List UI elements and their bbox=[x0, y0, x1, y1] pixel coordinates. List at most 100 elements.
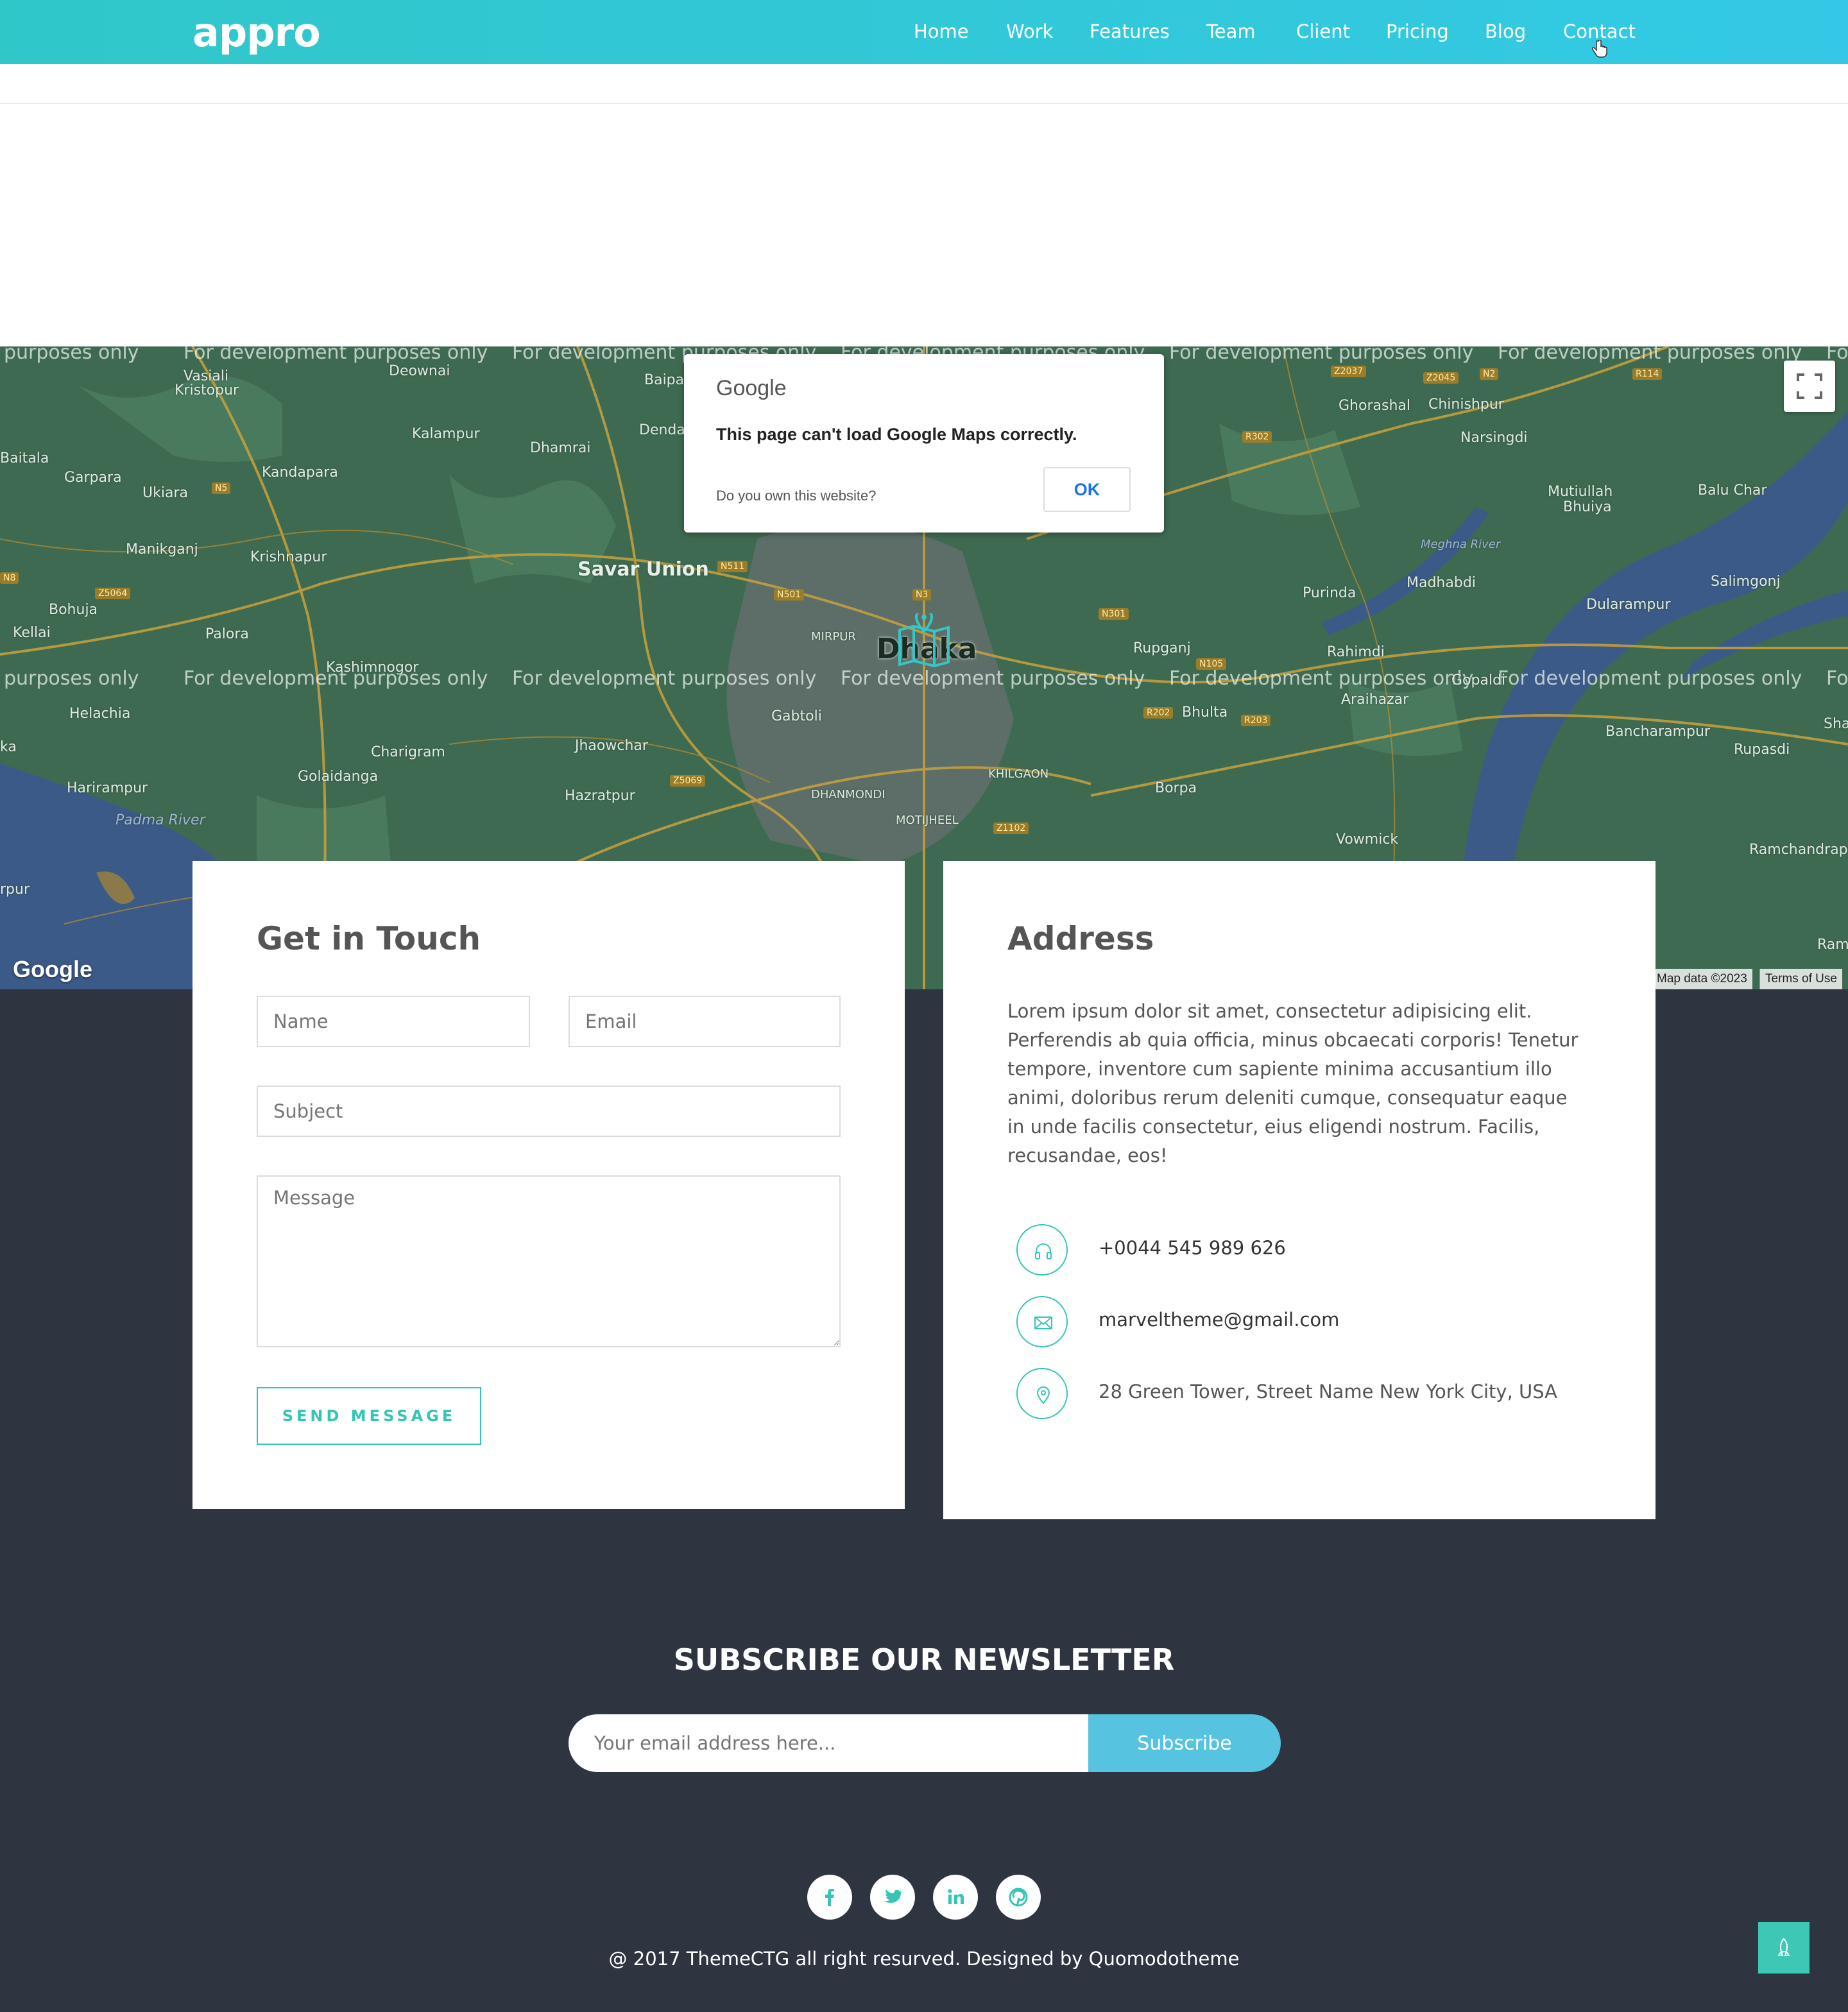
map-place-label: Dhamrai bbox=[530, 440, 591, 456]
address-description: Lorem ipsum dolor sit amet, consectetur … bbox=[1007, 1000, 1579, 1166]
rocket-icon bbox=[1777, 1938, 1790, 1956]
map-place-label: Purinda bbox=[1303, 585, 1356, 601]
back-to-top-button[interactable] bbox=[1758, 1922, 1810, 1974]
linkedin-icon[interactable] bbox=[933, 1875, 978, 1920]
map-attribution: Map data ©2023 bbox=[1652, 969, 1752, 989]
address-card: Address Lorem ipsum dolor sit amet, cons… bbox=[943, 861, 1656, 1519]
nav-item-blog[interactable]: Blog bbox=[1485, 21, 1526, 42]
phone-row: +0044 545 989 626 bbox=[1007, 1224, 1585, 1275]
copyright-text: @ 2017 ThemeCTG all right resurved. Desi… bbox=[608, 1948, 1240, 1970]
nav-item-contact[interactable]: Contact bbox=[1563, 21, 1636, 42]
map-watermark: purposes only bbox=[4, 667, 139, 690]
ownership-question: Do you own this website? bbox=[716, 488, 877, 504]
nav-item-team[interactable]: Team bbox=[1206, 21, 1256, 42]
contact-title: Get in Touch bbox=[257, 920, 481, 957]
pinterest-icon[interactable] bbox=[996, 1875, 1041, 1920]
map-watermark: For development purposes only bbox=[1169, 346, 1474, 364]
twitter-icon[interactable] bbox=[870, 1875, 915, 1920]
map-place-label: Rupasdi bbox=[1734, 742, 1790, 758]
newsletter-email-input[interactable] bbox=[569, 1714, 1090, 1772]
phone-number[interactable]: +0044 545 989 626 bbox=[1099, 1237, 1286, 1259]
header-divider bbox=[0, 103, 1848, 104]
nav-item-features[interactable]: Features bbox=[1090, 21, 1170, 42]
nav-item-work[interactable]: Work bbox=[1006, 21, 1053, 42]
road-badge: Z1102 bbox=[993, 823, 1029, 834]
map-place-label: Krishnapur bbox=[250, 549, 327, 565]
road-badge: R302 bbox=[1242, 431, 1272, 443]
map-place-label: Helachia bbox=[69, 706, 131, 722]
map-place-label: Madhabdi bbox=[1407, 575, 1476, 591]
road-badge: N8 bbox=[0, 572, 19, 584]
map-place-label: Meghna River bbox=[1421, 538, 1501, 551]
map-place-label: Balu Char bbox=[1698, 482, 1767, 499]
subject-input[interactable] bbox=[257, 1086, 841, 1137]
map-place-label: Salimgonj bbox=[1711, 574, 1781, 590]
map-terms-link[interactable]: Terms of Use bbox=[1759, 969, 1842, 989]
email-input[interactable] bbox=[569, 996, 841, 1047]
map-watermark: For development purposes only bbox=[1498, 346, 1802, 364]
map-place-label: Dularampur bbox=[1586, 597, 1671, 613]
map-place-label: Bohuja bbox=[49, 602, 98, 618]
nav-item-home[interactable]: Home bbox=[914, 21, 969, 42]
site-logo[interactable]: appro bbox=[193, 9, 321, 56]
map-place-label: Narsingdi bbox=[1460, 430, 1528, 446]
road-badge: R114 bbox=[1632, 368, 1663, 380]
map-place-label: MIRPUR bbox=[811, 630, 856, 644]
google-map-logo[interactable]: Google bbox=[13, 956, 92, 983]
map-place-label: Sha bbox=[1824, 716, 1848, 732]
headphones-icon bbox=[1016, 1224, 1068, 1275]
map-place-label: Savar Union bbox=[578, 558, 709, 581]
subscribe-button[interactable]: Subscribe bbox=[1088, 1714, 1281, 1772]
map-place-label: rpur bbox=[0, 882, 30, 898]
newsletter-form: Subscribe bbox=[569, 1714, 1281, 1772]
map-watermark: For development purposes only bbox=[1498, 667, 1802, 690]
navbar: appro Home Work Features Team Client Pri… bbox=[0, 0, 1848, 64]
map-place-label: Gopaldi bbox=[1451, 672, 1506, 688]
map-place-label: Palora bbox=[205, 626, 249, 642]
send-message-button[interactable]: SEND MESSAGE bbox=[257, 1387, 481, 1445]
hand-cursor-icon bbox=[1592, 40, 1607, 58]
map-watermark: For development purposes only bbox=[841, 667, 1145, 690]
contact-form-card: Get in Touch SEND MESSAGE bbox=[193, 861, 905, 1509]
map-watermark: Fo bbox=[1826, 667, 1848, 690]
map-place-label: Ghorashal bbox=[1339, 398, 1410, 414]
dialog-ok-button[interactable]: OK bbox=[1043, 467, 1131, 512]
map-fullscreen-button[interactable] bbox=[1784, 361, 1835, 412]
postal-address: 28 Green Tower, Street Name New York Cit… bbox=[1099, 1381, 1558, 1402]
road-badge: N301 bbox=[1099, 608, 1129, 620]
map-place-label: Borpa bbox=[1155, 780, 1197, 796]
map-place-label: Jhaowchar bbox=[575, 738, 648, 754]
map-place-label: Hazratpur bbox=[565, 788, 635, 804]
address-title: Address bbox=[1007, 920, 1154, 957]
name-input[interactable] bbox=[257, 996, 530, 1047]
road-badge: N5 bbox=[212, 482, 231, 494]
map-place-label: Kellai bbox=[13, 625, 51, 641]
facebook-icon[interactable] bbox=[807, 1875, 852, 1920]
map-marker-icon[interactable] bbox=[897, 613, 951, 672]
email-address[interactable]: marveltheme@gmail.com bbox=[1099, 1309, 1339, 1331]
fullscreen-icon bbox=[1797, 373, 1822, 399]
map-place-label: Kristopur bbox=[175, 382, 239, 398]
message-textarea[interactable] bbox=[257, 1175, 841, 1347]
map-place-label: KHILGAON bbox=[988, 767, 1049, 781]
road-badge: R202 bbox=[1143, 707, 1174, 719]
map-place-label: Vowmick bbox=[1336, 831, 1399, 848]
road-badge: N105 bbox=[1196, 658, 1227, 670]
map-place-label: Kashimnogor bbox=[326, 660, 419, 676]
newsletter-title: SUBSCRIBE OUR NEWSLETTER bbox=[673, 1642, 1175, 1677]
map-place-label: Golaidanga bbox=[298, 769, 379, 785]
map-place-label: Bancharampur bbox=[1605, 724, 1710, 740]
map-place-label: MOTIJHEEL bbox=[896, 814, 959, 827]
map-place-label: Rupganj bbox=[1133, 640, 1191, 656]
nav-item-client[interactable]: Client bbox=[1296, 21, 1350, 42]
map-place-label: Garpara bbox=[64, 470, 122, 486]
map-place-label: DHANMONDI bbox=[811, 788, 886, 801]
road-badge: N501 bbox=[774, 589, 805, 601]
map-place-label: Kalampur bbox=[412, 426, 480, 442]
envelope-icon bbox=[1016, 1296, 1068, 1347]
map-watermark: purposes only bbox=[4, 346, 139, 364]
map-place-label: Bhulta bbox=[1182, 704, 1228, 720]
google-brand-text: Google bbox=[716, 376, 787, 400]
nav-item-pricing[interactable]: Pricing bbox=[1386, 21, 1449, 42]
map-place-label: Manikganj bbox=[126, 541, 198, 558]
